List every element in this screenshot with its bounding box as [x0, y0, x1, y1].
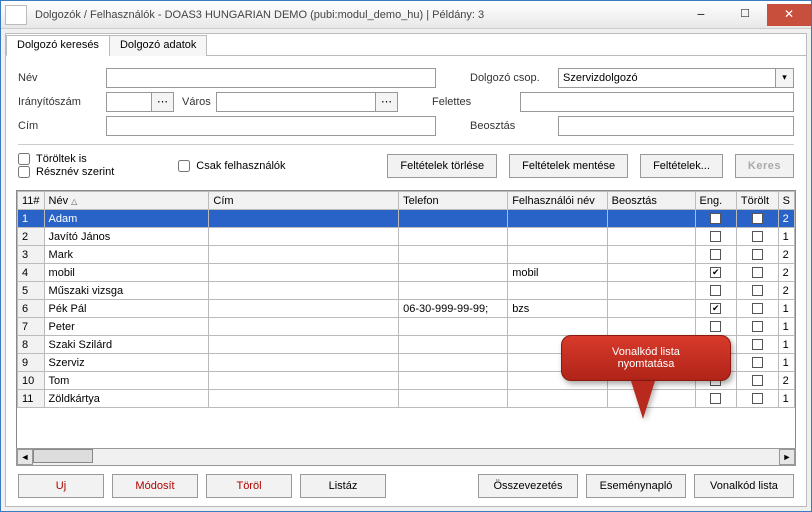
zip-picker[interactable]	[152, 92, 174, 112]
modify-button[interactable]: Módosít	[112, 474, 198, 498]
scroll-thumb[interactable]	[33, 449, 93, 463]
position-input[interactable]	[558, 116, 794, 136]
city-label: Város	[174, 96, 216, 108]
callout-tail-icon	[631, 381, 655, 419]
deleted-checkbox[interactable]	[752, 231, 763, 242]
col-position[interactable]: Beosztás	[607, 192, 695, 210]
enabled-checkbox[interactable]	[710, 213, 721, 224]
main-window: Dolgozók / Felhasználók - DOAS3 HUNGARIA…	[0, 0, 812, 512]
deleted-checkbox[interactable]	[752, 339, 763, 350]
scroll-track[interactable]	[33, 449, 779, 465]
superior-input[interactable]	[520, 92, 794, 112]
deleted-checkbox[interactable]	[752, 213, 763, 224]
deleted-checkbox[interactable]	[752, 303, 763, 314]
maximize-button[interactable]	[723, 4, 767, 26]
deleted-checkbox[interactable]	[752, 321, 763, 332]
superior-label: Felettes	[428, 96, 520, 108]
close-button[interactable]	[767, 4, 811, 26]
sort-asc-icon: △	[71, 197, 77, 206]
position-label: Beosztás	[466, 120, 558, 132]
filter-panel: Név Dolgozó csop. Irányítószám Város Fel…	[6, 56, 806, 190]
zip-input[interactable]	[106, 92, 152, 112]
tab-search[interactable]: Dolgozó keresés	[6, 35, 110, 56]
table-row[interactable]: 5Műszaki vizsga2	[18, 282, 795, 300]
tab-strip: Dolgozó keresés Dolgozó adatok	[6, 34, 806, 56]
col-enabled[interactable]: Eng.	[695, 192, 736, 210]
city-picker[interactable]	[376, 92, 398, 112]
table-row[interactable]: 7Peter1	[18, 318, 795, 336]
callout-line1: Vonalkód lista	[574, 346, 718, 358]
group-value[interactable]	[558, 68, 776, 88]
enabled-checkbox[interactable]	[710, 285, 721, 296]
client-area: Dolgozó keresés Dolgozó adatok Név Dolgo…	[5, 33, 807, 507]
new-button[interactable]: Uj	[18, 474, 104, 498]
name-input[interactable]	[106, 68, 436, 88]
filters-button[interactable]: Feltételek...	[640, 154, 723, 178]
eventlog-button[interactable]: Eseménynapló	[586, 474, 686, 498]
table-row[interactable]: 4mobilmobil2	[18, 264, 795, 282]
deleted-checkbox[interactable]	[752, 357, 763, 368]
tab-details[interactable]: Dolgozó adatok	[109, 35, 207, 56]
col-rowcount[interactable]: 11#	[18, 192, 45, 210]
users-only-checkbox[interactable]: Csak felhasználók	[178, 160, 285, 172]
col-s[interactable]: S	[778, 192, 794, 210]
deleted-checkbox[interactable]	[752, 267, 763, 278]
callout-line2: nyomtatása	[574, 358, 718, 370]
col-name[interactable]: Név △	[44, 192, 209, 210]
titlebar: Dolgozók / Felhasználók - DOAS3 HUNGARIA…	[1, 1, 811, 29]
search-button[interactable]: Keres	[735, 154, 794, 178]
col-username[interactable]: Felhasználói név	[508, 192, 607, 210]
chevron-down-icon[interactable]	[776, 68, 794, 88]
group-dropdown[interactable]	[558, 68, 794, 88]
deleted-checkbox[interactable]: Töröltek is	[18, 153, 114, 165]
barcode-list-button[interactable]: Vonalkód lista	[694, 474, 794, 498]
scroll-right-icon[interactable]: ►	[779, 449, 795, 465]
addr-label: Cím	[18, 120, 106, 132]
addr-input[interactable]	[106, 116, 436, 136]
deleted-checkbox[interactable]	[752, 375, 763, 386]
horizontal-scrollbar[interactable]: ◄ ►	[16, 448, 796, 466]
deleted-checkbox[interactable]	[752, 393, 763, 404]
col-phone[interactable]: Telefon	[399, 192, 508, 210]
list-button[interactable]: Listáz	[300, 474, 386, 498]
deleted-checkbox[interactable]	[752, 249, 763, 260]
enabled-checkbox[interactable]	[710, 231, 721, 242]
callout-tooltip: Vonalkód lista nyomtatása	[561, 335, 731, 419]
col-deleted[interactable]: Törölt	[736, 192, 778, 210]
scroll-left-icon[interactable]: ◄	[17, 449, 33, 465]
enabled-checkbox[interactable]	[710, 303, 721, 314]
clear-filters-button[interactable]: Feltételek törlése	[387, 154, 497, 178]
table-row[interactable]: 6Pék Pál06-30-999-99-99;bzs1	[18, 300, 795, 318]
app-icon	[5, 5, 27, 25]
zip-label: Irányítószám	[18, 96, 106, 108]
city-input[interactable]	[216, 92, 376, 112]
enabled-checkbox[interactable]	[710, 267, 721, 278]
col-addr[interactable]: Cím	[209, 192, 399, 210]
footer-toolbar: Uj Módosít Töröl Listáz Összevezetés Ese…	[18, 474, 794, 498]
deleted-checkbox[interactable]	[752, 285, 763, 296]
table-row[interactable]: 2Javító János1	[18, 228, 795, 246]
save-filters-button[interactable]: Feltételek mentése	[509, 154, 628, 178]
window-title: Dolgozók / Felhasználók - DOAS3 HUNGARIA…	[31, 9, 679, 21]
group-label: Dolgozó csop.	[466, 72, 558, 84]
delete-button[interactable]: Töröl	[206, 474, 292, 498]
name-label: Név	[18, 72, 106, 84]
minimize-button[interactable]	[679, 4, 723, 26]
partial-name-checkbox[interactable]: Résznév szerint	[18, 166, 114, 178]
table-row[interactable]: 1Adam2	[18, 210, 795, 228]
enabled-checkbox[interactable]	[710, 321, 721, 332]
enabled-checkbox[interactable]	[710, 249, 721, 260]
table-row[interactable]: 3Mark2	[18, 246, 795, 264]
header-row: 11# Név △ Cím Telefon Felhasználói név B…	[18, 192, 795, 210]
merge-button[interactable]: Összevezetés	[478, 474, 578, 498]
